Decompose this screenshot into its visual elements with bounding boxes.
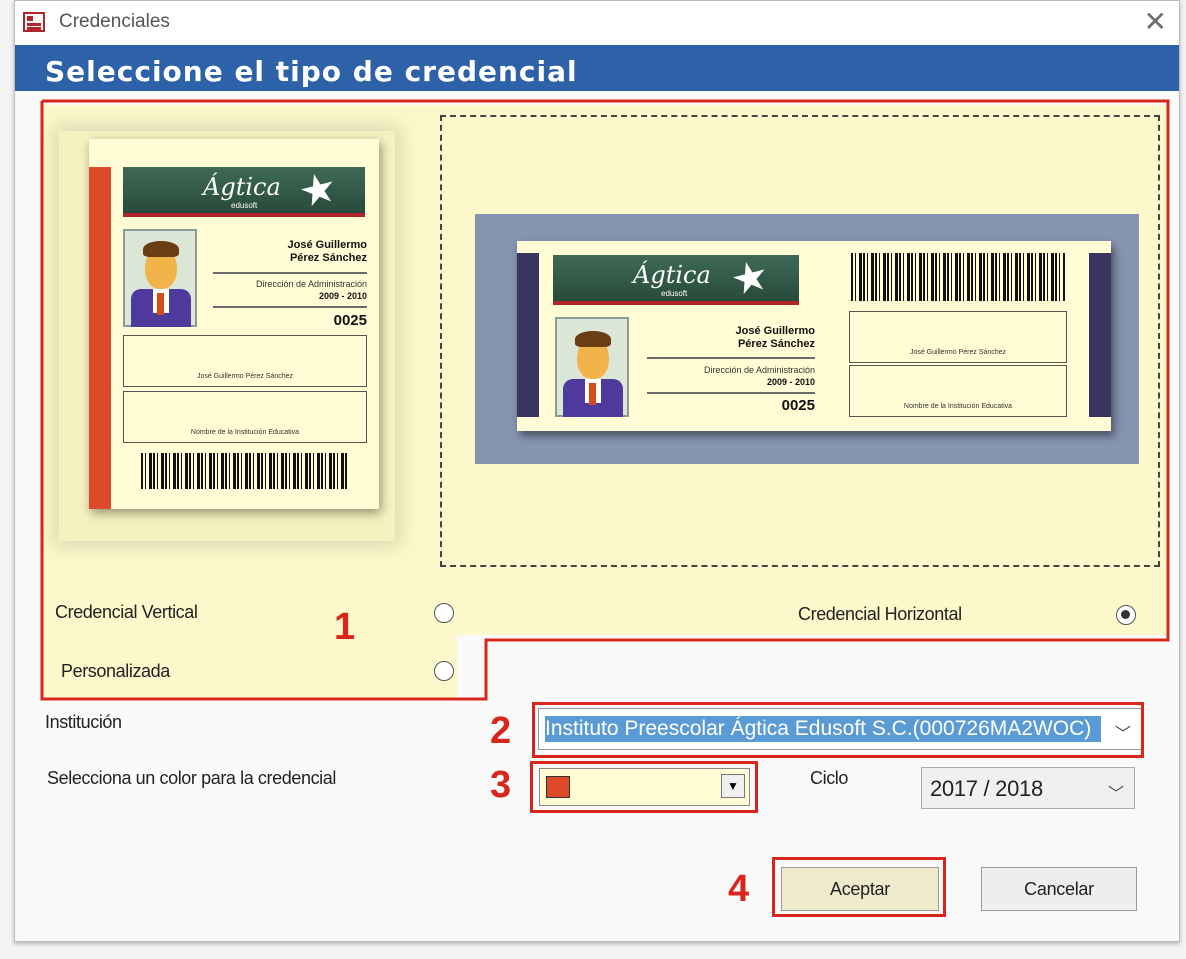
header-band: Seleccione el tipo de credencial bbox=[15, 45, 1179, 91]
card-divider bbox=[647, 357, 815, 359]
institution-box: Nombre de la Institución Educativa bbox=[849, 365, 1067, 417]
star-icon: ★ bbox=[293, 162, 342, 217]
card-divider bbox=[213, 306, 367, 308]
cycle-value: 2017 / 2018 bbox=[930, 776, 1043, 801]
card-color-stripe bbox=[89, 167, 111, 509]
institution-caption: Nombre de la Institución Educativa bbox=[903, 403, 1013, 410]
horizontal-option-label[interactable]: Credencial Horizontal bbox=[798, 604, 962, 625]
card-period: 2009 - 2010 bbox=[766, 377, 815, 387]
institution-label: Institución bbox=[45, 712, 122, 732]
card-logo: Ágtica bbox=[203, 173, 281, 201]
signature-box: José Guillermo Pérez Sánchez bbox=[849, 311, 1067, 363]
card-side-bar bbox=[1089, 253, 1111, 417]
institution-select[interactable]: Instituto Preescolar Ágtica Edusoft S.C.… bbox=[538, 708, 1142, 750]
color-swatch bbox=[546, 776, 570, 798]
card-name-1: José Guillermo bbox=[287, 239, 367, 251]
annotation-number-3: 3 bbox=[490, 764, 512, 806]
card-divider bbox=[213, 272, 367, 274]
close-icon[interactable]: ✕ bbox=[1144, 7, 1167, 37]
annotation-number-1: 1 bbox=[334, 606, 356, 648]
chevron-down-icon[interactable]: ﹀ bbox=[1108, 780, 1124, 804]
card-department: Dirección de Administración bbox=[255, 279, 367, 289]
vertical-option-label[interactable]: Credencial Vertical bbox=[55, 602, 198, 623]
app-icon bbox=[23, 12, 45, 32]
institution-caption: Nombre de la Institución Educativa bbox=[190, 429, 300, 436]
card-logo-sub: edusoft bbox=[231, 201, 258, 210]
horizontal-card-preview[interactable]: Ágtica edusoft ★ José Guillermo Pérez Sá… bbox=[517, 241, 1111, 431]
custom-radio[interactable] bbox=[434, 661, 454, 681]
horizontal-radio[interactable] bbox=[1116, 605, 1136, 625]
color-label: Selecciona un color para la credencial bbox=[47, 768, 336, 788]
card-name-1: José Guillermo bbox=[735, 325, 815, 337]
card-logo-band: Ágtica edusoft ★ bbox=[553, 250, 799, 305]
card-department: Dirección de Administración bbox=[703, 365, 815, 375]
card-number: 0025 bbox=[333, 312, 367, 329]
cycle-select[interactable]: 2017 / 2018 ﹀ bbox=[921, 767, 1135, 809]
accept-button[interactable]: Aceptar bbox=[781, 867, 939, 911]
annotation-number-2: 2 bbox=[490, 710, 512, 752]
institution-value: Instituto Preescolar Ágtica Edusoft S.C.… bbox=[545, 716, 1101, 742]
custom-option-label[interactable]: Personalizada bbox=[61, 661, 170, 682]
color-select[interactable]: ▼ bbox=[539, 768, 750, 806]
card-number: 0025 bbox=[781, 397, 815, 414]
barcode bbox=[141, 453, 347, 489]
annotation-number-4: 4 bbox=[728, 868, 750, 910]
card-logo: Ágtica bbox=[633, 261, 711, 289]
star-icon: ★ bbox=[725, 250, 774, 305]
barcode bbox=[851, 253, 1065, 301]
card-name-2: Pérez Sánchez bbox=[737, 338, 815, 350]
dialog-content: Ágtica edusoft ★ José Guillermo Pérez Sá… bbox=[15, 91, 1179, 941]
cancel-button[interactable]: Cancelar bbox=[981, 867, 1137, 911]
card-divider bbox=[647, 392, 815, 394]
vertical-card-preview[interactable]: Ágtica edusoft ★ José Guillermo Pérez Sá… bbox=[89, 139, 379, 509]
title-bar: Credenciales ✕ bbox=[15, 1, 1179, 45]
card-period: 2009 - 2010 bbox=[318, 291, 367, 301]
signature-box: José Guillermo Pérez Sánchez bbox=[123, 335, 367, 387]
chevron-down-icon[interactable]: ﹀ bbox=[1115, 720, 1131, 744]
dropdown-arrow-icon[interactable]: ▼ bbox=[721, 774, 745, 798]
vertical-radio[interactable] bbox=[434, 603, 454, 623]
credenciales-dialog: Credenciales ✕ Seleccione el tipo de cre… bbox=[14, 0, 1180, 942]
card-name-2: Pérez Sánchez bbox=[289, 252, 367, 264]
card-photo bbox=[555, 317, 629, 417]
institution-box: Nombre de la Institución Educativa bbox=[123, 391, 367, 443]
card-logo-sub: edusoft bbox=[661, 289, 688, 298]
card-photo bbox=[123, 229, 197, 327]
page-title: Seleccione el tipo de credencial bbox=[45, 55, 578, 88]
signature-caption: José Guillermo Pérez Sánchez bbox=[196, 373, 294, 380]
cycle-label: Ciclo bbox=[810, 768, 849, 788]
card-side-bar bbox=[517, 253, 539, 417]
window-title: Credenciales bbox=[59, 11, 170, 32]
card-logo-band: Ágtica edusoft ★ bbox=[123, 162, 365, 217]
signature-caption: José Guillermo Pérez Sánchez bbox=[909, 349, 1007, 356]
